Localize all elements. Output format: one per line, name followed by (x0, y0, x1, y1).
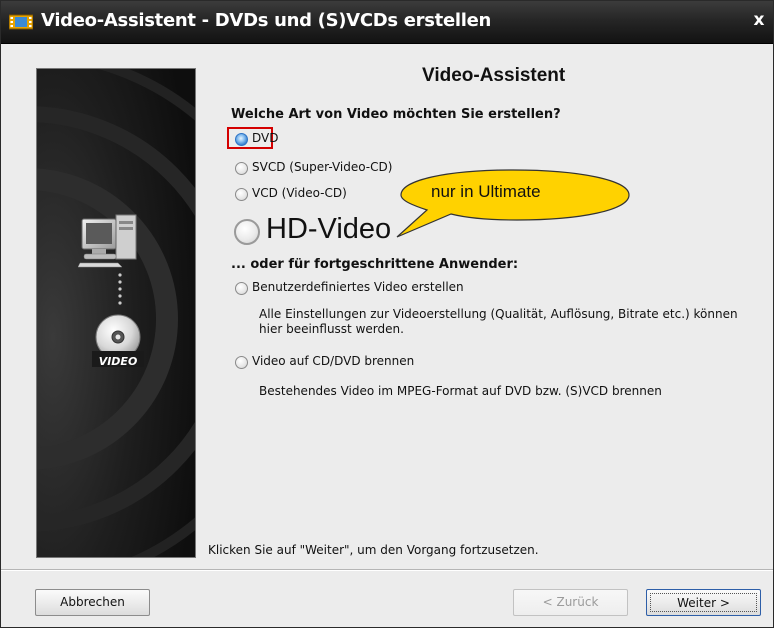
radio-hd-video[interactable] (234, 219, 260, 245)
radio-burn-video[interactable] (235, 356, 248, 369)
radio-svcd[interactable] (235, 162, 248, 175)
page-title: Video-Assistent (422, 65, 566, 86)
question-label: Welche Art von Video möchten Sie erstell… (231, 107, 561, 122)
window-title: Video-Assistent - DVDs und (S)VCDs erste… (41, 10, 492, 31)
option-hd-video-label[interactable]: HD-Video (266, 213, 391, 246)
option-svcd-label[interactable]: SVCD (Super-Video-CD) (252, 160, 392, 174)
radio-dvd[interactable] (235, 133, 248, 146)
callout-text: nur in Ultimate (431, 182, 541, 201)
disc-label: VIDEO (98, 355, 138, 368)
option-dvd-label[interactable]: DVD (252, 131, 278, 145)
wizard-window: Video-Assistent - DVDs und (S)VCDs erste… (0, 0, 774, 628)
connector-dots (118, 273, 122, 309)
footer-divider (1, 569, 773, 571)
option-burn-video-label[interactable]: Video auf CD/DVD brennen (252, 354, 414, 368)
advanced-heading: ... oder für fortgeschrittene Anwender: (231, 257, 519, 272)
close-icon[interactable]: x (749, 9, 769, 31)
option-vcd-label[interactable]: VCD (Video-CD) (252, 186, 347, 200)
cancel-button[interactable]: Abbrechen (35, 589, 150, 616)
film-icon (9, 14, 33, 30)
computer-icon (78, 214, 137, 268)
custom-video-description: Alle Einstellungen zur Videoerstellung (… (259, 307, 738, 336)
speech-bubble-callout (396, 169, 630, 238)
footer-hint: Klicken Sie auf "Weiter", um den Vorgang… (208, 543, 539, 557)
radio-custom-video[interactable] (235, 282, 248, 295)
next-button[interactable]: Weiter > (646, 589, 761, 616)
title-bar[interactable]: Video-Assistent - DVDs und (S)VCDs erste… (1, 1, 773, 44)
next-button-label: Weiter > (650, 593, 757, 612)
radio-vcd[interactable] (235, 188, 248, 201)
option-custom-video-label[interactable]: Benutzerdefiniertes Video erstellen (252, 280, 464, 294)
burn-video-description: Bestehendes Video im MPEG-Format auf DVD… (259, 384, 662, 398)
back-button[interactable]: < Zurück (513, 589, 628, 616)
